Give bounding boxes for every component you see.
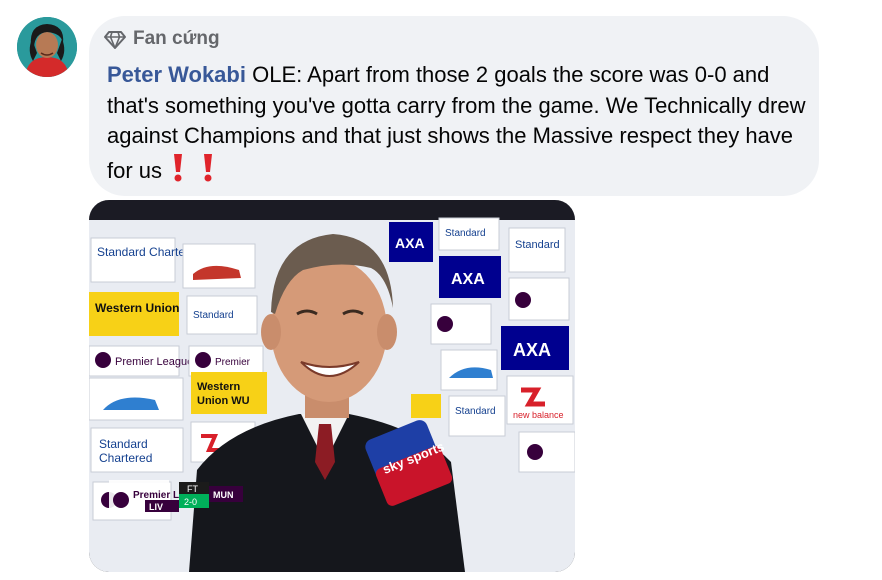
board-text: new balance xyxy=(513,410,564,420)
board-text: AXA xyxy=(395,235,425,251)
avatar-image xyxy=(17,17,77,77)
exclamation-mark-icon xyxy=(194,152,222,191)
top-fan-badge[interactable]: Fan cứng xyxy=(103,27,220,51)
attached-photo[interactable]: Standard Chartered Western Union Standar… xyxy=(89,200,575,572)
comment-text: Peter Wokabi OLE: Apart from those 2 goa… xyxy=(107,60,807,190)
svg-text:AXA: AXA xyxy=(513,340,551,360)
avatar[interactable] xyxy=(17,17,77,77)
board-text: Western Union xyxy=(95,301,179,315)
exclamation-mark-icon xyxy=(164,152,192,191)
svg-text:Western: Western xyxy=(197,381,240,393)
comment: Fan cứng Peter Wokabi OLE: Apart from th… xyxy=(0,0,882,580)
interview-photo: Standard Chartered Western Union Standar… xyxy=(89,200,575,572)
svg-text:Standard: Standard xyxy=(515,239,560,251)
svg-text:AXA: AXA xyxy=(451,271,485,288)
svg-text:Premier: Premier xyxy=(215,357,251,368)
scoreboard-away: MUN xyxy=(213,490,234,500)
svg-text:Chartered: Chartered xyxy=(99,451,152,465)
svg-text:Standard: Standard xyxy=(193,310,234,321)
badge-label: Fan cứng xyxy=(133,28,220,49)
svg-text:Standard: Standard xyxy=(99,437,148,451)
scoreboard-score: 2-0 xyxy=(184,497,197,507)
scoreboard-status: FT xyxy=(187,484,198,494)
comment-bubble: Fan cứng Peter Wokabi OLE: Apart from th… xyxy=(89,16,819,196)
board-text: Premier League xyxy=(115,356,193,368)
svg-text:Union WU: Union WU xyxy=(197,395,250,407)
svg-text:Standard: Standard xyxy=(455,406,496,417)
diamond-icon xyxy=(103,27,127,51)
svg-text:Standard: Standard xyxy=(445,228,486,239)
author-name[interactable]: Peter Wokabi xyxy=(107,62,246,87)
scoreboard-home: LIV xyxy=(149,502,163,512)
